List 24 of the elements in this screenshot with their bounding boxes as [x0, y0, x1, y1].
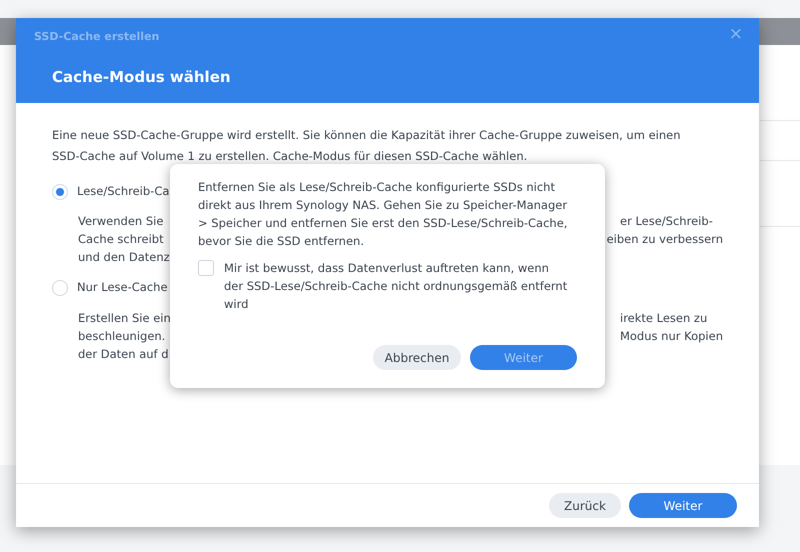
description-text: und den Datenz: [78, 249, 171, 266]
radio-button[interactable]: [52, 184, 68, 200]
radio-button[interactable]: [52, 280, 68, 296]
description-text: Verwenden Sie: [78, 213, 164, 230]
description-text: eiben zu verbessern: [606, 231, 723, 248]
checkbox-label: Mir ist bewusst, dass Datenverlust auftreten kann, wenn der SSD-Lese/Schreib-Cache nicht ordnungsgemäß entfernt wird: [224, 260, 568, 313]
step-title: Cache-Modus wählen: [52, 67, 231, 88]
intro-text: Eine neue SSD-Cache-Gruppe wird erstellt. Sie können die Kapazität ihrer Cache-Gruppe zuweisen, um einen: [52, 127, 682, 144]
description-text: Cache schreibt: [78, 231, 165, 248]
description-text: Erstellen Sie ein: [78, 310, 172, 326]
option-label: Lese/Schreib-Ca: [77, 183, 170, 200]
description-text: beschleunigen.: [78, 328, 166, 344]
description-text: Modus nur Kopien: [620, 328, 723, 344]
intro-text: SSD-Cache auf Volume 1 zu erstellen. Cache-Modus für diesen SSD-Cache wählen.: [52, 148, 528, 165]
description-text: der Daten auf d: [78, 346, 170, 362]
option-label: Nur Lese-Cache: [77, 279, 168, 296]
cancel-button[interactable]: Abbrechen: [373, 345, 461, 370]
description-text: irekte Lesen zu: [620, 310, 708, 326]
warning-message: Entfernen Sie als Lese/Schreib-Cache konfigurierte SSDs nicht direkt aus Ihrem Synology NAS. Gehen Sie zu Speicher-Manager > Speicher und entfernen Sie erst den SSD-Lese/Schreib-Cache, bevor Sie die SSD entfernen.: [198, 179, 568, 250]
back-button[interactable]: Zurück: [549, 493, 621, 518]
description-text: er Lese/Schreib-: [620, 213, 713, 230]
checkbox[interactable]: [198, 260, 214, 276]
next-button[interactable]: Weiter: [629, 493, 737, 518]
window-title: SSD-Cache erstellen: [34, 29, 160, 45]
